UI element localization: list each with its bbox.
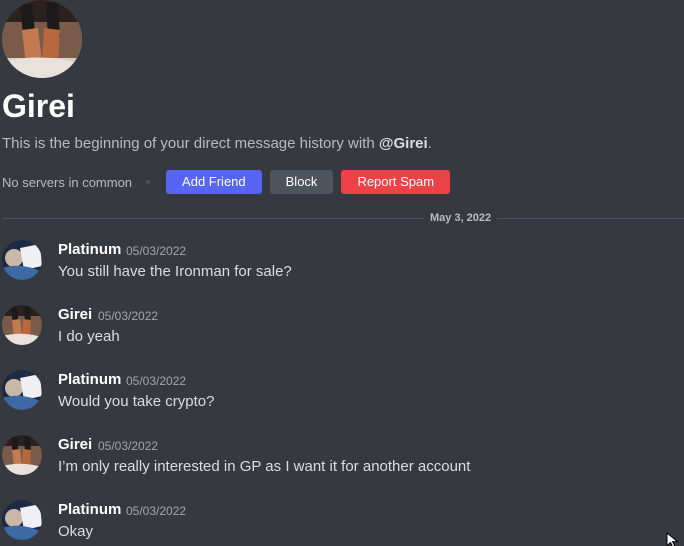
message-content: I’m only really interested in GP as I wa… (58, 458, 471, 475)
message-author[interactable]: Girei (58, 305, 92, 325)
profile-avatar[interactable] (2, 0, 82, 78)
message-author[interactable]: Platinum (58, 500, 121, 520)
report-spam-button[interactable]: Report Spam (341, 170, 451, 194)
message-timestamp: 05/03/2022 (98, 309, 159, 323)
message-author[interactable]: Platinum (58, 370, 121, 390)
girei-avatar[interactable] (2, 305, 42, 345)
profile-actions: No servers in common Add Friend Block Re… (2, 170, 458, 194)
message-content: Would you take crypto? (58, 393, 215, 410)
platinum-photo (2, 500, 42, 540)
girei-photo (2, 0, 82, 78)
platinum-avatar[interactable] (2, 240, 42, 280)
message-timestamp: 05/03/2022 (126, 244, 187, 258)
message-timestamp: 05/03/2022 (126, 504, 187, 518)
intro-prefix: This is the beginning of your direct mes… (2, 135, 379, 152)
message: Girei 05/03/2022 I’m only really interes… (0, 435, 684, 485)
girei-avatar[interactable] (2, 435, 42, 475)
user-mention[interactable]: @Girei (379, 135, 428, 152)
message: Girei 05/03/2022 I do yeah (0, 305, 684, 355)
platinum-photo (2, 370, 42, 410)
intro-text: This is the beginning of your direct mes… (2, 134, 432, 154)
message: Platinum 05/03/2022 You still have the I… (0, 240, 684, 290)
message-content: You still have the Ironman for sale? (58, 263, 292, 280)
date-divider-label: May 3, 2022 (424, 211, 498, 225)
profile-name: Girei (2, 88, 75, 124)
message: Platinum 05/03/2022 Okay (0, 500, 684, 546)
girei-photo (2, 305, 42, 345)
message-author[interactable]: Girei (58, 435, 92, 455)
block-button[interactable]: Block (269, 170, 334, 194)
platinum-photo (2, 240, 42, 280)
dm-channel: Girei This is the beginning of your dire… (0, 0, 684, 546)
message-author[interactable]: Platinum (58, 240, 121, 260)
message-timestamp: 05/03/2022 (126, 374, 187, 388)
girei-photo (2, 435, 42, 475)
message-timestamp: 05/03/2022 (98, 439, 159, 453)
platinum-avatar[interactable] (2, 370, 42, 410)
message: Platinum 05/03/2022 Would you take crypt… (0, 370, 684, 420)
message-content: I do yeah (58, 328, 120, 345)
separator-dot (146, 180, 151, 184)
mouse-pointer-icon (666, 532, 679, 546)
date-divider-line (2, 218, 684, 219)
add-friend-button[interactable]: Add Friend (166, 170, 262, 194)
message-content: Okay (58, 523, 94, 540)
platinum-avatar[interactable] (2, 500, 42, 540)
intro-suffix: . (427, 135, 432, 152)
mutual-servers-text: No servers in common (2, 174, 133, 190)
